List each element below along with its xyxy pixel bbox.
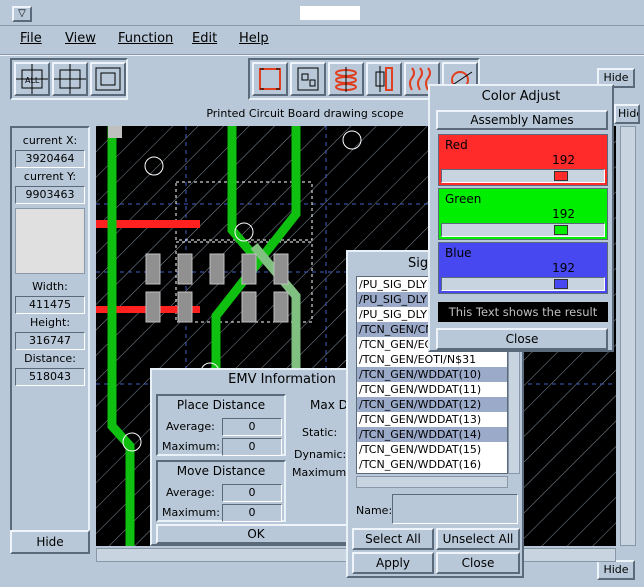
place-average-field: 0 [222, 418, 282, 436]
red-value: 192 [552, 153, 575, 167]
color-adjust-dialog: Color Adjust Assembly Names Red 192 Gree… [428, 84, 614, 352]
static-label: Static: [302, 426, 338, 439]
distance-field: 518043 [15, 368, 85, 386]
signals-hscroll[interactable] [356, 476, 508, 488]
green-value: 192 [552, 207, 575, 221]
place-distance-title: Place Distance [176, 398, 266, 412]
green-panel: Green 192 [438, 188, 608, 240]
resistor-icon[interactable] [366, 62, 402, 96]
window-title: ???? [300, 6, 360, 20]
maximum2-label: Maximum: [292, 466, 350, 479]
width-label: Width: [32, 280, 68, 293]
signals-title: Sig [408, 256, 429, 271]
blue-slider[interactable] [441, 277, 605, 291]
move-distance-title: Move Distance [176, 464, 266, 478]
red-slider-thumb[interactable] [554, 171, 568, 181]
name-label: Name: [356, 504, 393, 517]
red-slider[interactable] [441, 169, 605, 183]
signals-close-button[interactable]: Close [436, 552, 520, 574]
via-icon[interactable] [328, 62, 364, 96]
hide-left-panel-button[interactable]: Hide [10, 530, 90, 554]
current-x-field: 3920464 [15, 150, 85, 168]
component-icon[interactable] [290, 62, 326, 96]
toolbar-left: ALL [10, 58, 128, 100]
unselect-all-button[interactable]: Unselect All [436, 528, 520, 550]
menu-function[interactable]: Function [118, 31, 173, 46]
svg-text:ALL: ALL [25, 76, 40, 85]
dynamic-label: Dynamic: [294, 448, 347, 461]
left-panel: current X: 3920464 current Y: 9903463 Wi… [10, 126, 90, 554]
blue-label: Blue [445, 246, 472, 260]
vertical-scrollbar[interactable] [620, 126, 636, 546]
list-item[interactable]: /TCN_GEN/WDDAT(13) [357, 412, 507, 427]
menu-view[interactable]: View [65, 31, 96, 46]
list-item[interactable]: /TCN_GEN/WDDAT(10) [357, 367, 507, 382]
move-maximum-field: 0 [222, 504, 282, 522]
apply-button[interactable]: Apply [352, 552, 434, 574]
current-y-field: 9903463 [15, 186, 85, 204]
hide-bottom-button[interactable]: Hide [597, 560, 635, 580]
window-menu-button[interactable]: ▽ [12, 6, 32, 22]
title-bar: ▽ ???? [0, 0, 644, 26]
menu-edit[interactable]: Edit [192, 31, 217, 46]
list-item[interactable]: /TCN_GEN/WDDAT(11) [357, 382, 507, 397]
color-adjust-title: Color Adjust [481, 89, 561, 104]
red-panel: Red 192 [438, 134, 608, 186]
distance-label: Distance: [24, 352, 76, 365]
list-item[interactable]: /TCN_GEN/WDDAT(14) [357, 427, 507, 442]
green-slider[interactable] [441, 223, 605, 237]
blue-value: 192 [552, 261, 575, 275]
current-y-label: current Y: [23, 170, 77, 183]
board-outline-icon[interactable] [252, 62, 288, 96]
move-average-label: Average: [166, 486, 215, 499]
menu-bar: File View Function Edit Help [10, 31, 634, 51]
blue-slider-thumb[interactable] [554, 279, 568, 289]
green-slider-thumb[interactable] [554, 225, 568, 235]
move-average-field: 0 [222, 484, 282, 502]
place-average-label: Average: [166, 420, 215, 433]
place-maximum-label: Maximum: [162, 440, 220, 453]
menu-file[interactable]: File [20, 31, 42, 46]
list-item[interactable]: /TCN_GEN/EOTI/N$31 [357, 352, 507, 367]
category-selector[interactable]: Assembly Names [436, 110, 608, 130]
green-label: Green [445, 192, 482, 206]
current-x-label: current X: [22, 134, 78, 147]
height-label: Height: [29, 316, 71, 329]
place-distance-group: Place Distance Average: 0 Maximum: 0 [156, 394, 286, 456]
width-field: 411475 [15, 296, 85, 314]
blue-panel: Blue 192 [438, 242, 608, 294]
emv-ok-button[interactable]: OK [156, 524, 356, 544]
list-item[interactable]: /TCN_GEN/WDDAT(16) [357, 457, 507, 472]
menu-help[interactable]: Help [239, 31, 269, 46]
list-item[interactable]: /TCN_GEN/WDDAT(12) [357, 397, 507, 412]
zoom-fit-icon[interactable] [90, 62, 126, 96]
zoom-all-icon[interactable]: ALL [14, 62, 50, 96]
emv-info-dialog: EMV Information Place Distance Average: … [150, 368, 360, 546]
color-close-button[interactable]: Close [436, 328, 608, 350]
list-item[interactable]: /TCN_GEN/WDDAT(15) [357, 442, 507, 457]
zoom-in-icon[interactable] [52, 62, 88, 96]
red-label: Red [445, 138, 468, 152]
height-field: 316747 [15, 332, 85, 350]
preview-area [15, 208, 85, 274]
select-all-button[interactable]: Select All [352, 528, 434, 550]
place-maximum-field: 0 [222, 438, 282, 456]
name-input[interactable] [392, 494, 518, 524]
hide-scope-button[interactable]: Hide [614, 104, 640, 124]
move-distance-group: Move Distance Average: 0 Maximum: 0 [156, 460, 286, 522]
color-result-preview: This Text shows the result [438, 302, 608, 322]
move-maximum-label: Maximum: [162, 506, 220, 519]
scope-title: Printed Circuit Board drawing scope [206, 107, 404, 120]
